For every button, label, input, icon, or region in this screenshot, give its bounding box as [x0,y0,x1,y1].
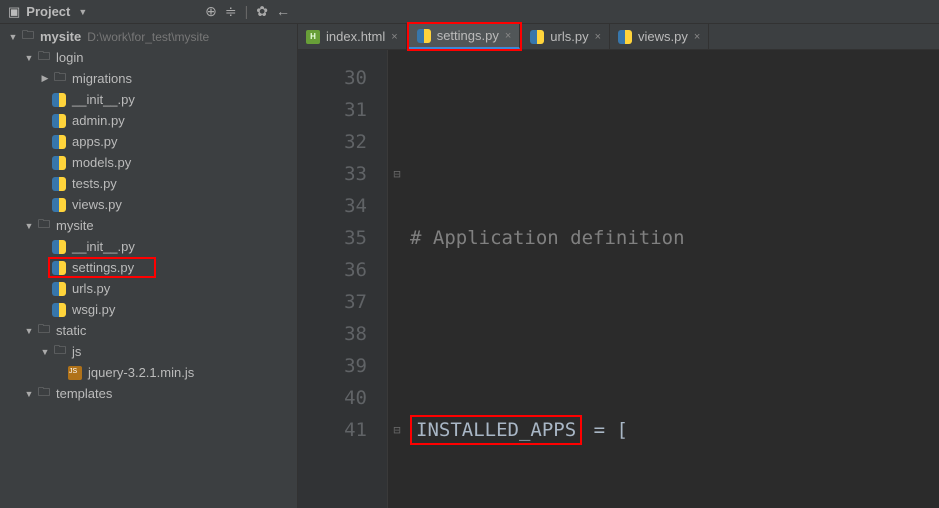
tree-file[interactable]: models.py [0,152,297,173]
editor-body[interactable]: 30 31 32 33 34 35 36 37 38 39 40 41 ⊟ ⊟ [298,50,939,508]
tree-file-settings[interactable]: settings.py [0,257,297,278]
python-icon [52,303,66,317]
collapse-icon[interactable]: ≑ [225,3,237,20]
python-icon [52,156,66,170]
tree-folder-static[interactable]: ▼ 🗀 static [0,320,297,341]
chevron-down-icon[interactable]: ▼ [78,7,87,17]
tree-file[interactable]: tests.py [0,173,297,194]
folder-icon: 🗀 [20,29,36,45]
editor-tabs: H index.html × settings.py × urls.py × v… [298,24,939,50]
close-icon[interactable]: × [391,31,397,43]
project-tree: ▼ 🗀 mysite D:\work\for_test\mysite ▼ 🗀 l… [0,24,298,508]
tree-folder-mysite[interactable]: ▼ 🗀 mysite [0,215,297,236]
project-toolbar: ⊕ ≑ | ✿ ← [205,3,290,20]
folder-icon: 🗀 [52,344,68,360]
close-icon[interactable]: × [505,30,511,42]
project-tool-title: Project [26,4,70,19]
tab-settings-py[interactable]: settings.py × [409,24,521,49]
top-bar: ▣ Project ▼ ⊕ ≑ | ✿ ← [0,0,939,24]
close-icon[interactable]: × [694,31,700,43]
tree-root[interactable]: ▼ 🗀 mysite D:\work\for_test\mysite [0,26,297,47]
python-icon [52,240,66,254]
close-icon[interactable]: × [595,31,601,43]
code-area[interactable]: # Application definition INSTALLED_APPS … [406,50,939,508]
html-icon: H [306,30,320,44]
fold-strip: ⊟ ⊟ [388,50,406,508]
tab-urls-py[interactable]: urls.py × [522,24,610,49]
highlight-installed-apps: INSTALLED_APPS [410,415,582,445]
tree-file[interactable]: wsgi.py [0,299,297,320]
tree-file[interactable]: admin.py [0,110,297,131]
tree-folder-js[interactable]: ▼ 🗀 js [0,341,297,362]
tree-file[interactable]: jquery-3.2.1.min.js [0,362,297,383]
python-icon [52,93,66,107]
tree-file[interactable]: __init__.py [0,89,297,110]
tab-views-py[interactable]: views.py × [610,24,709,49]
tab-index-html[interactable]: H index.html × [298,24,407,49]
folder-icon: 🗀 [36,386,52,402]
tree-folder-templates[interactable]: ▼ 🗀 templates [0,383,297,404]
folder-icon: 🗀 [36,218,52,234]
editor: H index.html × settings.py × urls.py × v… [298,24,939,508]
project-tool-icon: ▣ [8,4,20,20]
tree-file[interactable]: views.py [0,194,297,215]
fold-open-icon[interactable]: ⊟ [388,158,406,190]
folder-icon: 🗀 [52,71,68,87]
python-icon [52,198,66,212]
python-icon [52,261,66,275]
python-icon [52,282,66,296]
project-tool-header[interactable]: ▣ Project ▼ ⊕ ≑ | ✿ ← [0,0,298,23]
fold-close-icon[interactable]: ⊟ [388,414,406,446]
locate-icon[interactable]: ⊕ [205,3,217,20]
tree-file[interactable]: apps.py [0,131,297,152]
python-icon [618,30,632,44]
python-icon [52,135,66,149]
line-gutter: 30 31 32 33 34 35 36 37 38 39 40 41 [298,50,388,508]
python-icon [417,29,431,43]
gear-icon[interactable]: ✿ [256,3,268,20]
folder-icon: 🗀 [36,323,52,339]
tree-folder-migrations[interactable]: ▶ 🗀 migrations [0,68,297,89]
tree-file[interactable]: urls.py [0,278,297,299]
python-icon [52,114,66,128]
hide-icon[interactable]: ← [276,3,290,20]
python-icon [52,177,66,191]
folder-icon: 🗀 [36,50,52,66]
tree-folder-login[interactable]: ▼ 🗀 login [0,47,297,68]
tree-file[interactable]: __init__.py [0,236,297,257]
js-icon [68,366,82,380]
python-icon [530,30,544,44]
